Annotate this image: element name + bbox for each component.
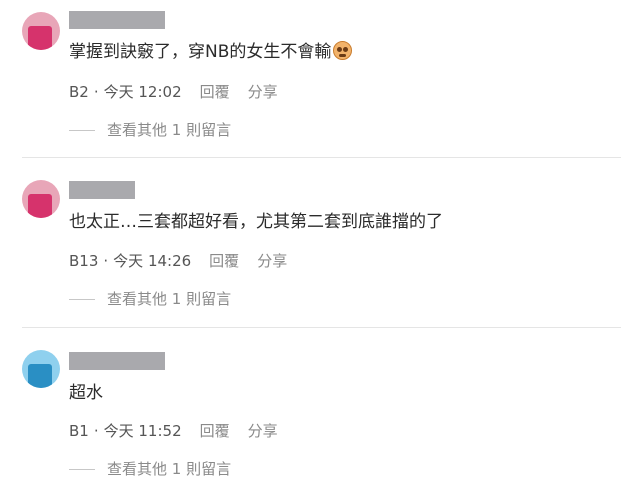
separator: · [93,83,99,101]
comment-text-content: 也太正…三套都超好看，尤其第二套到底誰擋的了 [69,212,443,232]
timestamp: 今天 12:02 [103,83,182,101]
timestamp: 今天 11:52 [103,422,182,440]
separator: · [103,252,109,270]
comment-item: 掌握到訣竅了，穿NB的女生不會輸 B2 · 今天 12:02 回覆 分享 查看其他 1 … [0,0,621,160]
view-more-replies-link[interactable]: 查看其他 1 則留言 [69,120,231,140]
grinning-face-emoji-icon [333,41,353,60]
comment-meta: B2 · 今天 12:02 回覆 分享 [69,82,278,102]
comment-meta: B13 · 今天 14:26 回覆 分享 [69,251,287,271]
floor-number: B2 [69,83,89,101]
comment-divider [22,327,621,328]
comment-text: 超水 [69,382,103,404]
redacted-username [69,11,165,29]
reply-button[interactable]: 回覆 [200,421,230,441]
comment-text-content: 超水 [69,383,103,403]
view-more-replies-link[interactable]: 查看其他 1 則留言 [69,459,231,479]
comment-text-content: 掌握到訣竅了，穿NB的女生不會輸 [69,42,332,62]
divider-dash [69,130,95,131]
floor-number: B13 [69,252,99,270]
redacted-username [69,181,135,199]
comment-item: 也太正…三套都超好看，尤其第二套到底誰擋的了 B13 · 今天 14:26 回覆 分享 … [0,170,621,330]
share-button[interactable]: 分享 [257,251,287,271]
timestamp: 今天 14:26 [113,252,192,270]
redacted-username [69,352,165,370]
share-button[interactable]: 分享 [248,421,278,441]
divider-dash [69,469,95,470]
avatar[interactable] [22,180,60,218]
reply-button[interactable]: 回覆 [209,251,239,271]
share-button[interactable]: 分享 [248,82,278,102]
comment-meta: B1 · 今天 11:52 回覆 分享 [69,421,278,441]
comment-text: 也太正…三套都超好看，尤其第二套到底誰擋的了 [69,211,443,233]
comment-text: 掌握到訣竅了，穿NB的女生不會輸 [69,41,353,63]
separator: · [93,422,99,440]
view-more-replies-link[interactable]: 查看其他 1 則留言 [69,289,231,309]
view-more-replies-label: 查看其他 1 則留言 [107,460,232,478]
floor-number: B1 [69,422,89,440]
reply-button[interactable]: 回覆 [200,82,230,102]
avatar[interactable] [22,12,60,50]
divider-dash [69,299,95,300]
avatar[interactable] [22,350,60,388]
view-more-replies-label: 查看其他 1 則留言 [107,121,232,139]
comment-item: 超水 B1 · 今天 11:52 回覆 分享 查看其他 1 則留言 [0,340,621,494]
comment-divider [22,157,621,158]
view-more-replies-label: 查看其他 1 則留言 [107,290,232,308]
